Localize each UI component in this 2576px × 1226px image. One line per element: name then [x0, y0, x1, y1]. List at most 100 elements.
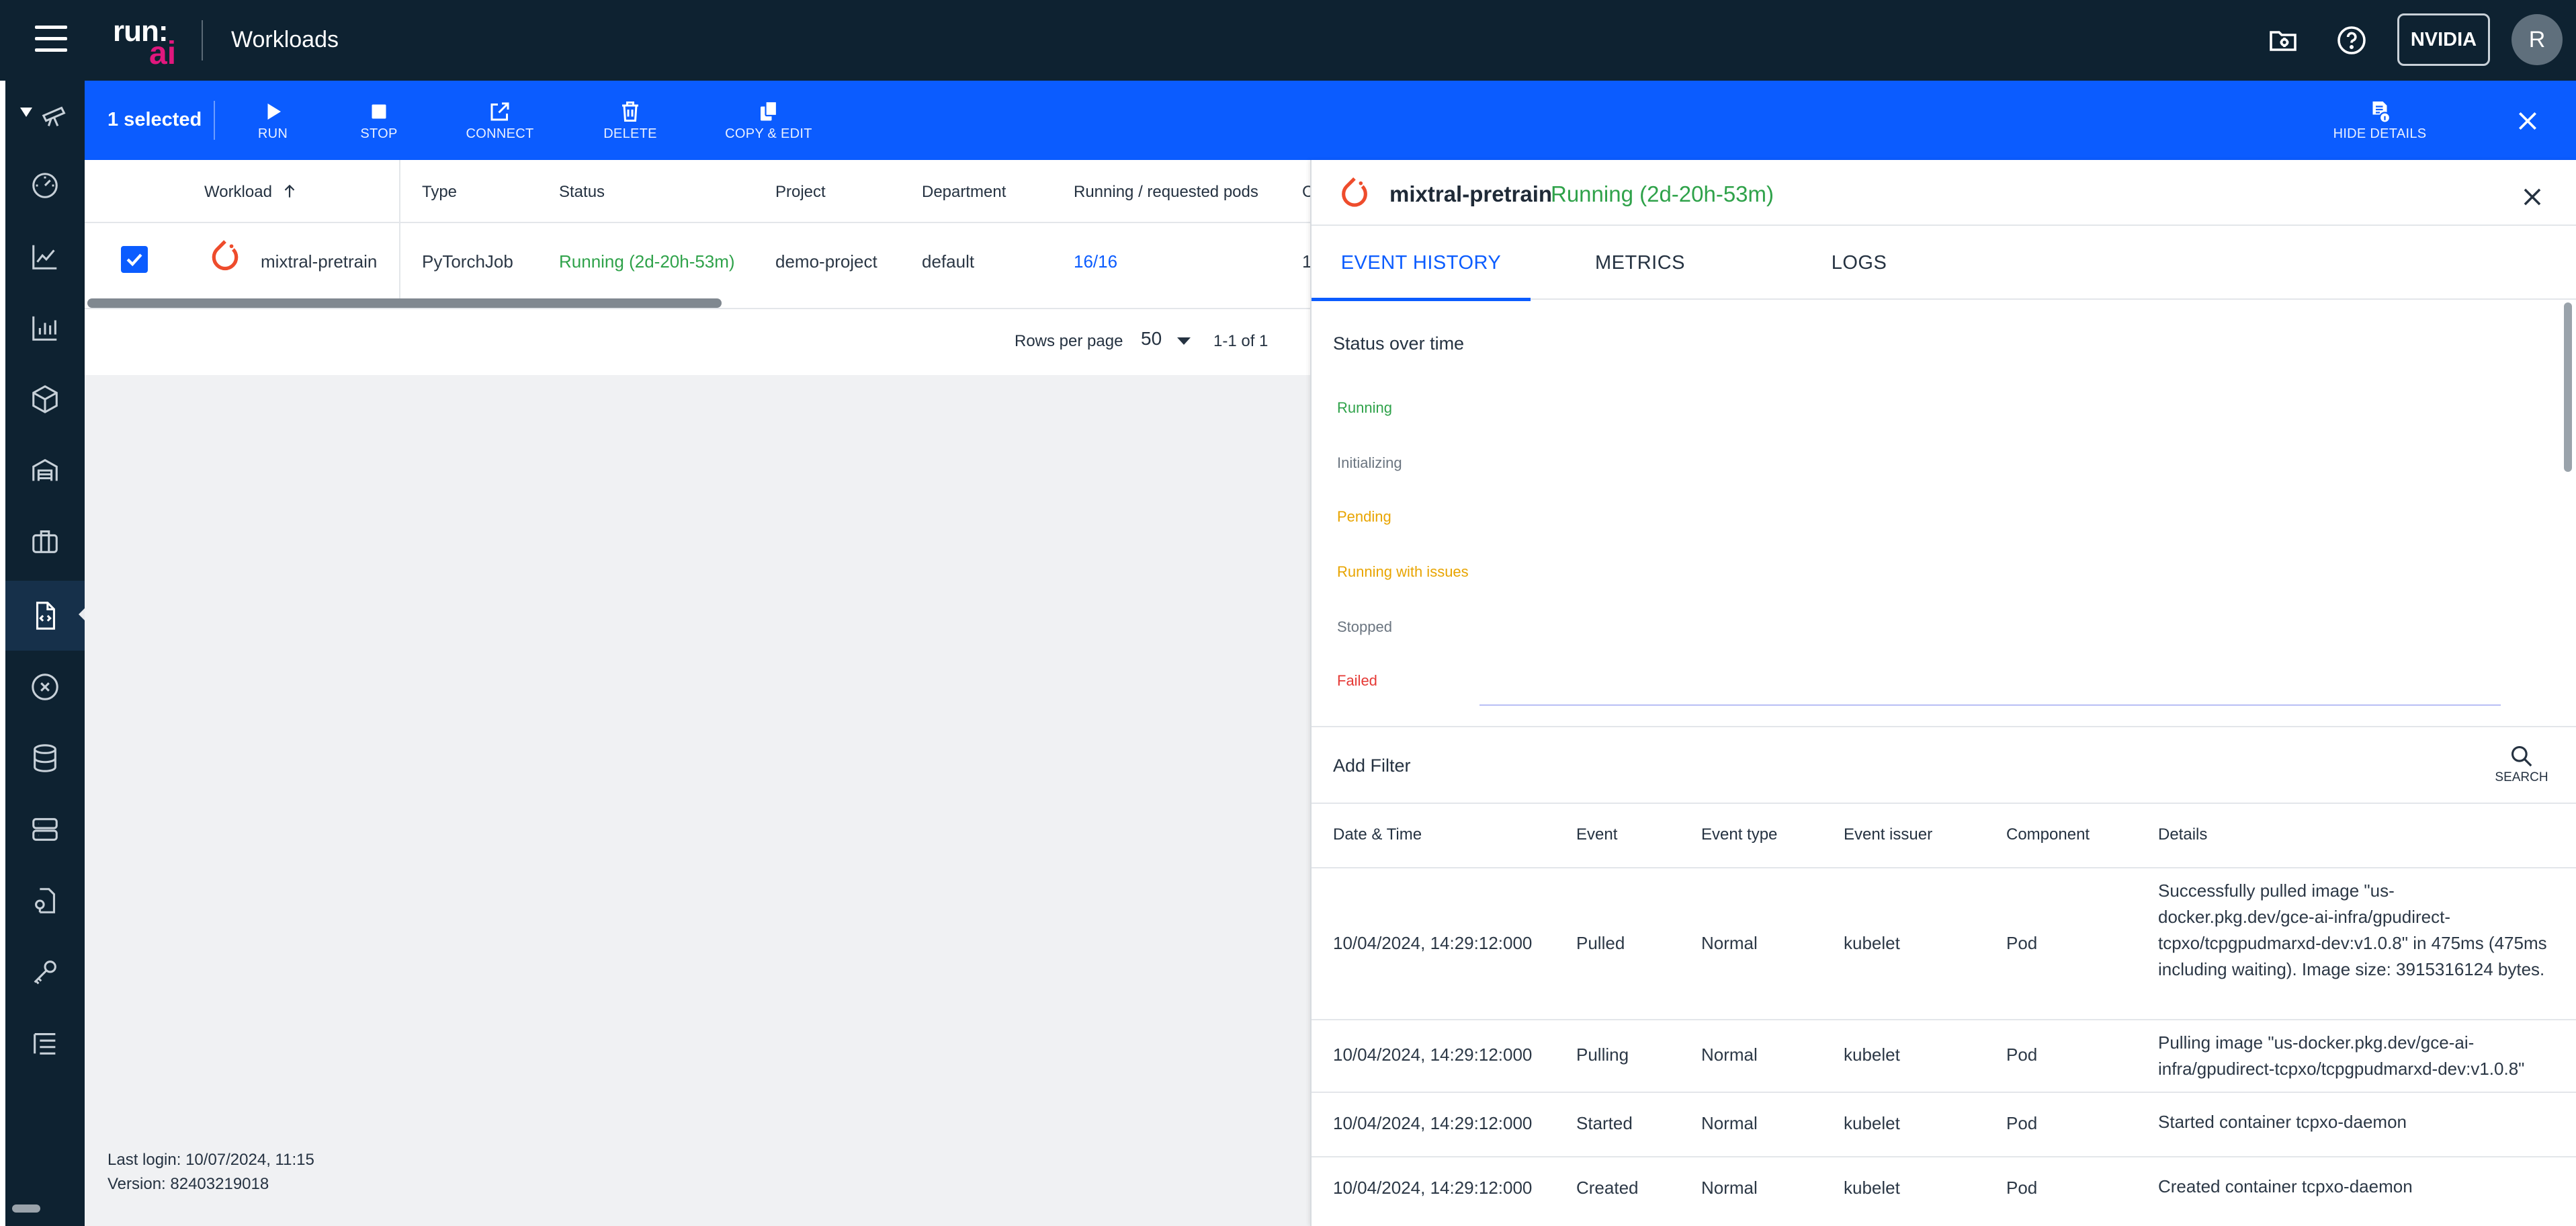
events-header-event[interactable]: Event [1576, 825, 1617, 844]
copy-edit-button[interactable]: COPY & EDIT [722, 99, 816, 144]
nav-scrollbar[interactable] [12, 1204, 40, 1213]
event-datetime-cell: 10/04/2024, 14:29:12:000 [1333, 1045, 1533, 1065]
credential-file-icon [35, 888, 55, 913]
rows-per-page-select[interactable]: 50 [1141, 328, 1201, 355]
list-settings-icon [34, 1033, 56, 1055]
briefcase-icon [32, 530, 58, 553]
column-header-status[interactable]: Status [559, 183, 605, 202]
horizontal-scrollbar[interactable] [87, 298, 722, 308]
trash-icon [622, 101, 638, 122]
hide-details-button[interactable]: HIDE DETAILS [2321, 99, 2439, 144]
selected-count: 1 selected [108, 109, 202, 130]
events-header-divider [1312, 867, 2576, 868]
avatar[interactable]: R [2511, 14, 2563, 65]
tab-event-history[interactable]: EVENT HISTORY [1312, 226, 1531, 301]
copy-edit-label: COPY & EDIT [725, 126, 812, 141]
nav-item-access-keys[interactable] [5, 937, 85, 1007]
nav-item-analytics[interactable] [5, 222, 85, 292]
events-header-event-type[interactable]: Event type [1701, 825, 1777, 844]
run-button[interactable]: RUN [226, 99, 320, 144]
event-component-cell: Pod [2006, 933, 2038, 953]
workload-file-icon [36, 602, 55, 630]
runai-logo[interactable]: run: ai [113, 15, 180, 71]
events-header-component[interactable]: Component [2006, 825, 2090, 844]
selection-action-bar: 1 selected RUN STOP CONNECT DELETE COPY … [85, 81, 2576, 160]
status-chart-axis [1479, 704, 2501, 706]
event-name-cell: Started [1576, 1113, 1633, 1133]
help-icon[interactable] [2335, 24, 2368, 56]
chevron-down-icon [1177, 337, 1191, 345]
connect-button[interactable]: CONNECT [453, 99, 547, 144]
nav-item-dashboard[interactable] [5, 151, 85, 220]
event-component-cell: Pod [2006, 1178, 2038, 1198]
column-header-pods[interactable]: Running / requested pods [1074, 183, 1258, 202]
variable-icon [32, 673, 58, 700]
tab-metrics[interactable]: METRICS [1531, 226, 1750, 300]
pods-cell[interactable]: 16/16 [1074, 251, 1117, 272]
details-panel: mixtral-pretrain Running (2d-20h-53m) EV… [1310, 160, 2576, 1226]
nav-item-reports[interactable] [5, 293, 85, 363]
pytorch-icon [212, 240, 239, 271]
event-issuer-cell: kubelet [1844, 933, 1900, 953]
event-component-cell: Pod [2006, 1113, 2038, 1133]
column-header-type[interactable]: Type [422, 183, 457, 202]
nav-item-credentials[interactable] [5, 866, 85, 936]
nav-item-environments[interactable] [5, 652, 85, 722]
nav-item-compute[interactable] [5, 794, 85, 864]
events-header-details[interactable]: Details [2158, 825, 2207, 844]
nav-item-settings[interactable] [5, 1008, 85, 1078]
event-datetime-cell: 10/04/2024, 14:29:12:000 [1333, 933, 1533, 953]
search-button[interactable]: SEARCH [2491, 743, 2552, 785]
events-header-issuer[interactable]: Event issuer [1844, 825, 1932, 844]
workload-name-cell[interactable]: mixtral-pretrain [261, 251, 377, 272]
filter-bar: Add Filter SEARCH [1312, 726, 2576, 804]
event-name-cell: Created [1576, 1178, 1639, 1198]
nav-item-workloads[interactable] [5, 581, 85, 651]
event-datetime-cell: 10/04/2024, 14:29:12:000 [1333, 1178, 1533, 1198]
folder-settings-icon[interactable] [2267, 24, 2299, 56]
close-icon[interactable] [2520, 184, 2545, 210]
details-workload-name: mixtral-pretrain [1389, 181, 1553, 206]
event-type-cell: Normal [1701, 1113, 1758, 1133]
event-component-cell: Pod [2006, 1045, 2038, 1065]
hide-details-label: HIDE DETAILS [2333, 126, 2427, 141]
page-title: Workloads [231, 27, 339, 52]
tab-logs[interactable]: LOGS [1750, 226, 1969, 300]
connect-label: CONNECT [466, 126, 534, 141]
table-row-divider [1312, 1156, 2576, 1157]
column-header-workload[interactable]: Workload [204, 183, 298, 202]
nav-item-overview[interactable] [5, 81, 85, 151]
play-icon [267, 104, 281, 120]
header-divider [202, 20, 203, 60]
event-issuer-cell: kubelet [1844, 1113, 1900, 1133]
speedometer-icon [32, 173, 58, 198]
status-running-label: Running [1337, 399, 1392, 416]
add-filter-button[interactable]: Add Filter [1333, 755, 1411, 776]
delete-button[interactable]: DELETE [583, 99, 677, 144]
nav-item-departments[interactable] [5, 436, 85, 505]
event-type-cell: Normal [1701, 933, 1758, 953]
details-scrollbar[interactable] [2564, 302, 2572, 472]
last-login-text: Last login: 10/07/2024, 11:15 [108, 1151, 314, 1169]
nav-item-projects[interactable] [5, 364, 85, 434]
column-header-project[interactable]: Project [775, 183, 826, 202]
search-icon [2511, 745, 2532, 767]
hamburger-menu-icon[interactable] [35, 26, 67, 55]
stop-button[interactable]: STOP [332, 99, 426, 144]
table-row-divider [1312, 1092, 2576, 1093]
close-icon[interactable] [2514, 108, 2541, 134]
department-cell: default [922, 251, 975, 272]
event-type-cell: Normal [1701, 1178, 1758, 1198]
nav-item-datasources[interactable] [5, 723, 85, 793]
workloads-table: Workload Type Status Project Department … [85, 160, 1314, 375]
row-checkbox[interactable] [121, 246, 148, 273]
column-header-department[interactable]: Department [922, 183, 1006, 202]
row-divider-line [85, 308, 1310, 309]
details-status: Running (2d-20h-53m) [1551, 181, 1774, 206]
project-cell: demo-project [775, 251, 877, 272]
stop-label: STOP [360, 126, 398, 141]
events-header-datetime[interactable]: Date & Time [1333, 825, 1422, 844]
nav-item-assets[interactable] [5, 507, 85, 577]
org-switcher-button[interactable]: NVIDIA [2397, 13, 2490, 66]
event-name-cell: Pulling [1576, 1045, 1629, 1065]
